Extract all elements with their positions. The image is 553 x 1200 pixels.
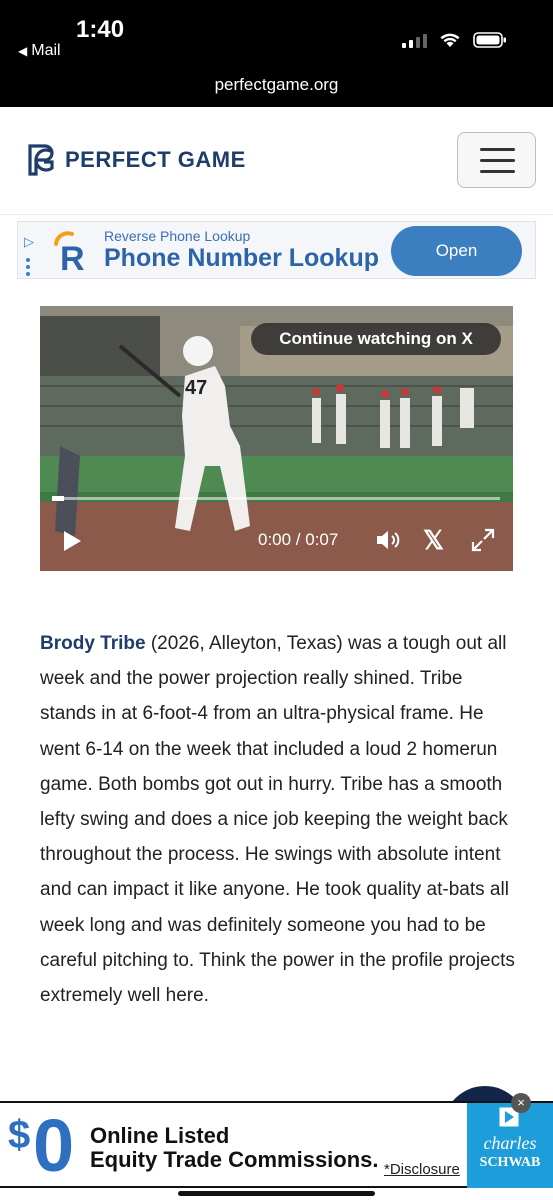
browser-top-bar: 1:40 ◀ Mail perfectgame.org xyxy=(0,0,553,107)
cellular-signal-icon xyxy=(402,32,427,48)
back-arrow-icon: ◀ xyxy=(18,44,28,58)
close-ad-icon[interactable]: × xyxy=(511,1093,531,1113)
pg-monogram-icon xyxy=(28,144,54,176)
status-icons xyxy=(402,32,507,48)
x-logo-icon[interactable]: 𝕏 xyxy=(423,527,444,553)
schwab-line-2: SCHWAB xyxy=(479,1155,541,1170)
ad-small-text: Reverse Phone Lookup xyxy=(104,228,251,244)
ad-options-icon[interactable] xyxy=(26,258,32,276)
video-timecode: 0:00 / 0:07 xyxy=(258,530,339,549)
article-paragraph: Brody Tribe (2026, Alleyton, Texas) was … xyxy=(40,626,520,1013)
logo-text: PERFECT GAME xyxy=(65,147,246,172)
battery-icon xyxy=(473,32,507,48)
back-label: Mail xyxy=(31,42,61,59)
adchoices-icon[interactable]: ▷ xyxy=(24,234,34,250)
play-icon[interactable] xyxy=(62,530,82,552)
ad-zero: 0 xyxy=(33,1104,75,1187)
phone-lookup-ad[interactable]: ▷ R Reverse Phone Lookup Phone Number Lo… xyxy=(17,221,536,279)
volume-icon[interactable] xyxy=(375,528,403,552)
schwab-ad[interactable]: $ 0 Online Listed Equity Trade Commissio… xyxy=(0,1093,553,1188)
back-to-mail-link[interactable]: ◀ Mail xyxy=(18,42,61,60)
article-body: (2026, Alleyton, Texas) was a tough out … xyxy=(40,633,515,1007)
player-name-link[interactable]: Brody Tribe xyxy=(40,633,146,654)
ad-open-button[interactable]: Open xyxy=(391,226,522,276)
schwab-line-1: charles xyxy=(483,1133,537,1153)
ad-line-1: Online Listed xyxy=(90,1123,230,1148)
ad-title: Phone Number Lookup xyxy=(104,244,379,272)
ad-disclosure-link[interactable]: *Disclosure xyxy=(384,1161,460,1178)
site-header: PERFECT GAME xyxy=(0,107,553,215)
wifi-icon xyxy=(439,32,461,48)
continue-watching-on-x-button[interactable]: Continue watching on X xyxy=(251,323,501,355)
fullscreen-icon[interactable] xyxy=(471,528,495,552)
video-player[interactable]: 47 Continue watching on X 0:00 / 0:07 𝕏 xyxy=(40,306,513,571)
phone-lookup-app-icon: R xyxy=(54,231,85,274)
hamburger-menu-icon[interactable] xyxy=(457,132,536,188)
svg-text:R: R xyxy=(60,240,85,274)
video-progress-bar[interactable] xyxy=(52,496,500,501)
ad-line-2: Equity Trade Commissions. xyxy=(90,1147,379,1172)
status-time: 1:40 xyxy=(76,16,125,43)
ad-dollar-sign: $ xyxy=(8,1113,31,1157)
url-bar[interactable]: perfectgame.org xyxy=(0,75,553,95)
svg-text:47: 47 xyxy=(185,377,207,399)
home-indicator xyxy=(178,1191,375,1196)
progress-knob[interactable] xyxy=(52,496,64,501)
perfect-game-logo[interactable]: PERFECT GAME xyxy=(27,143,246,177)
